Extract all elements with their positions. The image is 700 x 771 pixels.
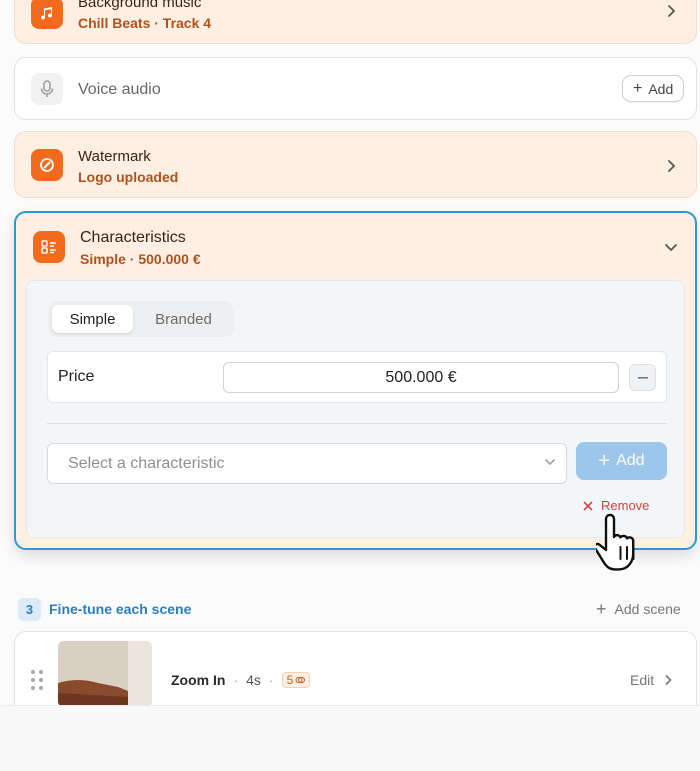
bottom-bar [0, 705, 700, 771]
voice-audio-card: Voice audio + Add [14, 57, 697, 120]
scenes-section-title: Fine-tune each scene [49, 601, 192, 617]
chevron-down-icon [544, 458, 556, 466]
hand-pointer-cursor-icon [596, 513, 635, 571]
characteristics-panel: Simple Branded Price 500.000 € Select a … [26, 280, 685, 538]
characteristics-title: Characteristics [80, 229, 186, 246]
step-number-badge: 3 [18, 598, 41, 621]
price-row: Price 500.000 € [47, 351, 667, 403]
add-characteristic-button[interactable]: + Add [576, 442, 667, 480]
characteristics-card: Characteristics Simple · 500.000 € Simpl… [14, 211, 697, 550]
minus-icon [637, 376, 648, 379]
watermark-card[interactable]: Watermark Logo uploaded [14, 131, 697, 198]
scene-duration: 4s [246, 672, 261, 688]
price-label: Price [58, 368, 95, 385]
chevron-right-icon [665, 674, 672, 686]
background-music-card[interactable]: Background music Chill Beats · Track 4 [14, 0, 697, 44]
characteristic-select-placeholder: Select a characteristic [68, 454, 225, 472]
microphone-icon [31, 73, 63, 105]
remove-price-button[interactable] [629, 364, 656, 391]
background-music-subtitle: Chill Beats · Track 4 [78, 15, 212, 31]
scene-credits-badge: 5 [281, 672, 311, 688]
drag-handle-icon[interactable] [31, 670, 43, 690]
price-input[interactable]: 500.000 € [223, 362, 619, 393]
add-scene-button[interactable]: + Add scene [596, 600, 681, 618]
chevron-right-icon [668, 5, 676, 17]
chevron-right-icon [668, 160, 676, 172]
watermark-subtitle: Logo uploaded [78, 169, 179, 185]
close-icon [583, 500, 593, 511]
scene-thumbnail [58, 641, 152, 707]
tab-simple[interactable]: Simple [52, 305, 133, 333]
characteristics-type-toggle: Simple Branded [48, 301, 234, 337]
watermark-icon [31, 149, 63, 181]
scene-meta: Zoom In · 4s · 5 [171, 672, 311, 688]
watermark-title: Watermark [78, 148, 151, 165]
plus-icon: + [633, 79, 643, 97]
list-icon [33, 231, 65, 263]
edit-scene-button[interactable]: Edit [630, 672, 672, 688]
characteristics-subtitle: Simple · 500.000 € [80, 251, 201, 267]
scene-effect: Zoom In [171, 672, 226, 688]
plus-icon: + [596, 599, 607, 619]
voice-audio-title: Voice audio [78, 81, 161, 98]
coins-icon [295, 676, 306, 684]
music-note-icon [31, 0, 63, 29]
chevron-down-icon[interactable] [664, 243, 678, 253]
characteristic-select[interactable]: Select a characteristic [47, 443, 567, 484]
add-voice-audio-button[interactable]: + Add [622, 75, 685, 102]
background-music-title: Background music [78, 0, 202, 11]
divider [47, 423, 667, 424]
plus-icon: + [598, 450, 611, 472]
tab-branded[interactable]: Branded [137, 305, 230, 333]
